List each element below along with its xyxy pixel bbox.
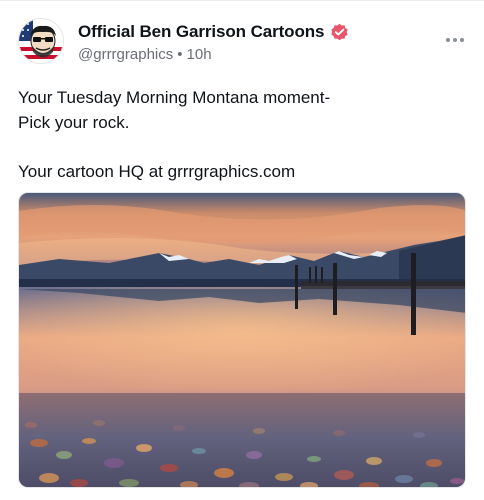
divider: [0, 0, 484, 1]
post-text-line: Pick your rock.: [18, 112, 130, 132]
avatar-image: [19, 19, 63, 63]
post-image[interactable]: [18, 192, 466, 488]
author-meta: @grrrgraphics • 10h: [78, 46, 212, 63]
author-display-name[interactable]: Official Ben Garrison Cartoons: [78, 22, 324, 42]
post-text-line: Your Tuesday Morning Montana moment-: [18, 88, 331, 107]
more-horizontal-icon: [446, 38, 464, 42]
post-text-line: Your cartoon HQ at grrrgraphics.com: [18, 161, 296, 181]
post-card[interactable]: Official Ben Garrison Cartoons @grrrgrap…: [0, 0, 484, 500]
more-options-button[interactable]: [444, 30, 466, 50]
avatar[interactable]: [18, 18, 64, 64]
author-handle[interactable]: @grrrgraphics: [78, 46, 173, 63]
post-timestamp[interactable]: 10h: [187, 46, 212, 63]
post-body: Your Tuesday Morning Montana moment- Pic…: [18, 86, 458, 184]
author-name-row: Official Ben Garrison Cartoons: [78, 22, 349, 42]
verified-badge-icon: [330, 23, 349, 42]
landscape-photo: [19, 193, 465, 487]
meta-separator: •: [177, 46, 183, 63]
